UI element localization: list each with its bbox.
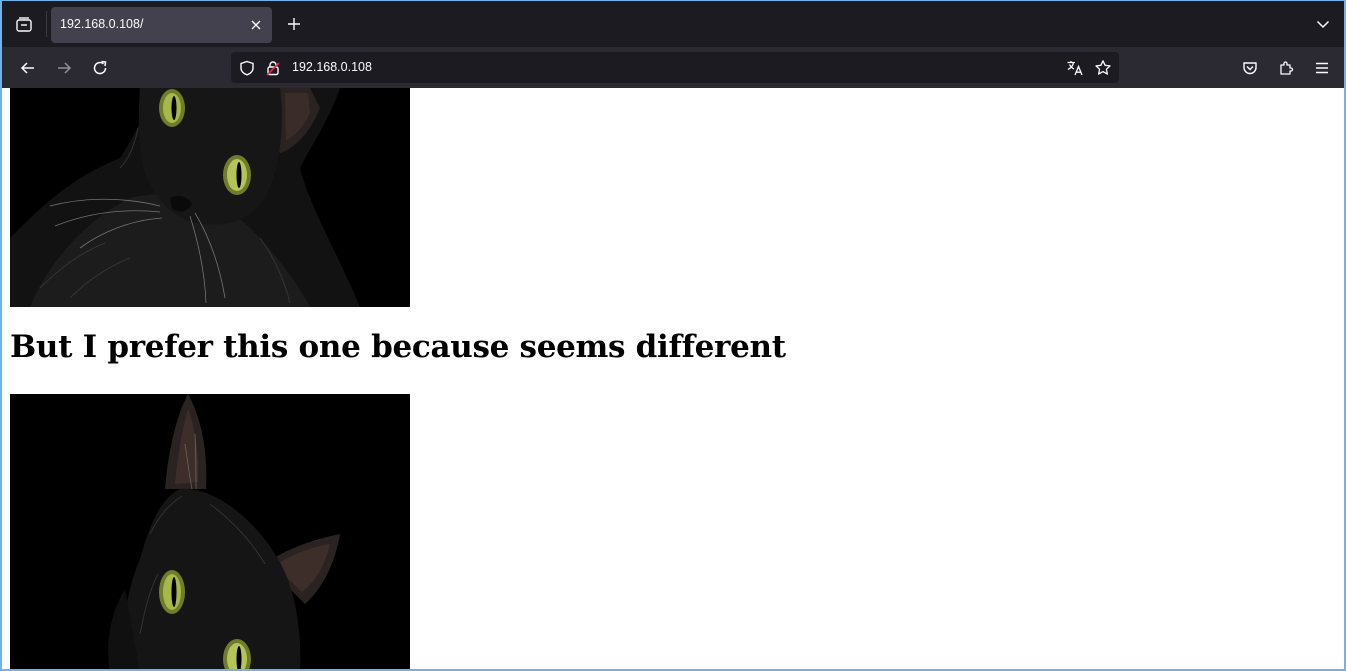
puzzle-icon[interactable]	[1273, 55, 1299, 81]
plus-icon[interactable]	[283, 13, 305, 35]
tab-title: 192.168.0.108/	[60, 17, 144, 31]
tab-active[interactable]: 192.168.0.108/	[51, 7, 272, 43]
translate-icon[interactable]	[1066, 59, 1084, 77]
url-bar[interactable]: 192.168.0.108	[231, 52, 1119, 83]
shield-icon[interactable]	[238, 59, 256, 77]
reload-icon[interactable]	[87, 55, 113, 81]
arrow-right-icon[interactable]	[51, 55, 77, 81]
chevron-down-icon[interactable]	[1312, 13, 1334, 35]
cat-image-2	[10, 394, 410, 669]
nav-bar: 192.168.0.108	[2, 47, 1344, 88]
url-text[interactable]: 192.168.0.108	[292, 60, 372, 74]
page-content: But I prefer this one because seems diff…	[2, 88, 1344, 669]
arrow-left-icon[interactable]	[15, 55, 41, 81]
close-icon[interactable]	[248, 17, 264, 33]
insecure-lock-icon[interactable]	[264, 59, 282, 77]
tab-separator	[46, 11, 47, 37]
hamburger-icon[interactable]	[1309, 55, 1335, 81]
star-icon[interactable]	[1094, 59, 1112, 77]
tab-strip: 192.168.0.108/	[2, 1, 1344, 47]
pocket-icon[interactable]	[1237, 55, 1263, 81]
tab-overview-icon[interactable]	[8, 9, 40, 41]
cat-image-1	[10, 88, 410, 307]
page-heading: But I prefer this one because seems diff…	[10, 329, 786, 365]
browser-window: 192.168.0.108/ 192.168.0.108 But I prefe…	[0, 0, 1346, 671]
